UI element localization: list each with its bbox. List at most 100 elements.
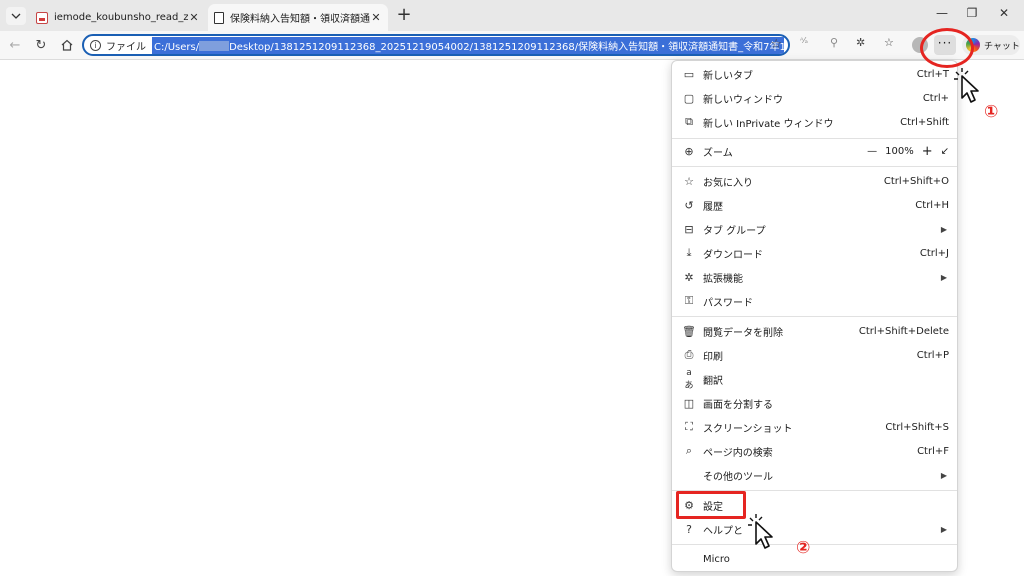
close-icon[interactable]: ✕ [188,11,200,24]
favorites-icon: ☆ [684,174,694,188]
menu-shortcut: Ctrl+J [919,247,949,259]
zoom-in-button[interactable]: + [922,144,933,159]
highlight-ellipse [920,28,974,68]
menu-shortcut: Ctrl+Shift+S [885,421,949,433]
star-icon[interactable]: ☆ [770,37,782,52]
menu-label: 閲覧データを削除 [703,327,783,339]
restore-icon[interactable]: ❐ [962,6,982,20]
chevron-down-icon [11,13,21,19]
menu-label: ダウンロード [703,249,763,261]
menu-item-find[interactable]: ⌕ ページ内の検索 Ctrl+F [672,440,957,462]
menu-label: 印刷 [703,351,723,363]
zoom-value: 100% [885,145,914,157]
extension-icon[interactable]: ᴬ⁄ₐ [800,36,808,45]
menu-item-new-tab[interactable]: ▭ 新しいタブ Ctrl+T [672,63,957,85]
pdf-icon [36,11,48,24]
chevron-right-icon: ▶ [940,272,947,282]
puzzle-icon[interactable]: ✲ [856,36,865,49]
menu-shortcut: Ctrl+Shift+O [883,175,949,187]
menu-label: お気に入り [703,177,753,189]
menu-item-print[interactable]: ⎙ 印刷 Ctrl+P [672,344,957,366]
home-icon[interactable] [58,36,76,54]
menu-shortcut: Ctrl+P [916,349,949,361]
history-icon: ↺ [684,198,694,212]
close-icon[interactable]: ✕ [370,11,382,24]
highlight-box [676,491,746,519]
refresh-icon[interactable]: ↻ [32,36,50,54]
menu-item-history[interactable]: ↺ 履歴 Ctrl+H [672,194,957,216]
menu-label: スクリーンショット [703,423,793,435]
menu-shortcut: Ctrl+H [915,199,949,211]
menu-item-screenshot[interactable]: ⛶ スクリーンショット Ctrl+Shift+S [672,416,957,438]
menu-label: 画面を分割する [703,399,773,411]
url-suffix: Desktop/1381251209112368_20251219054002/… [229,41,784,53]
menu-label: 新しいウィンドウ [703,94,783,106]
tab-groups-icon: ⊟ [684,222,694,236]
new-tab-icon: ▭ [683,67,695,81]
chevron-right-icon: ▶ [940,470,947,480]
menu-shortcut: Ctrl+ [922,92,949,104]
menu-label: 新しいタブ [703,70,753,82]
tab-pdf[interactable]: iemode_koubunsho_read_zantei.pdf ✕ [30,4,206,31]
menu-item-new-window[interactable]: ▢ 新しいウィンドウ Ctrl+ [672,87,957,109]
menu-item-clear-data[interactable]: 🗑 閲覧データを削除 Ctrl+Shift+Delete [672,320,957,342]
download-icon: ⤓ [686,246,692,259]
back-icon[interactable]: ← [6,36,24,54]
zoom-out-button[interactable]: — [867,146,877,157]
document-icon [214,11,224,24]
extension-icon[interactable]: ⚲ [830,36,838,49]
minimize-icon[interactable]: — [932,6,952,20]
cursor-pointer-icon [748,514,773,549]
menu-item-downloads[interactable]: ⤓ ダウンロード Ctrl+J [672,242,957,264]
fullscreen-icon[interactable]: ↙ [941,146,949,157]
menu-label: パスワード [703,297,753,309]
zoom-controls: — 100% + ↙ [859,144,949,159]
step-1-label: ① [984,102,999,122]
menu-label: タブ グループ [703,225,766,237]
step-2-label: ② [796,538,811,558]
menu-item-extensions[interactable]: ✲ 拡張機能 ▶ [672,266,957,288]
menu-shortcut: Ctrl+T [916,68,949,80]
menu-item-microsoft[interactable]: Micro [672,548,957,570]
menu-item-more-tools[interactable]: その他のツール ▶ [672,464,957,486]
menu-label: 翻訳 [703,375,723,387]
info-icon[interactable]: i [90,39,101,51]
divider [672,316,957,317]
window-close-icon[interactable]: ✕ [994,6,1014,20]
menu-label: 拡張機能 [703,273,743,285]
divider [672,544,957,545]
translate-icon: aあ [684,367,694,391]
window-icon: ▢ [683,91,695,105]
key-icon: ⚿ [684,294,694,307]
menu-label: ズーム [703,147,733,159]
menu-item-tab-groups[interactable]: ⊟ タブ グループ ▶ [672,218,957,240]
menu-item-favorites[interactable]: ☆ お気に入り Ctrl+Shift+O [672,170,957,192]
tab-active-document[interactable]: 保険料納入告知額・領収済額通知書 ✕ [208,4,388,31]
split-screen-icon: ◫ [683,396,695,410]
favorites-icon[interactable]: ☆ [884,36,894,49]
menu-item-passwords[interactable]: ⚿ パスワード [672,290,957,312]
tab-title: 保険料納入告知額・領収済額通知書 [230,14,370,25]
menu-label: 新しい InPrivate ウィンドウ [703,118,834,130]
menu-shortcut: Ctrl+Shift [900,116,949,128]
toolbar: ← ↻ i ファイル C:/Users/Desktop/138125120911… [0,31,1024,60]
redacted-block [199,40,230,51]
new-tab-button[interactable]: + [394,6,414,26]
tab-actions-menu-button[interactable] [6,7,26,25]
menu-item-split-screen[interactable]: ◫ 画面を分割する [672,392,957,414]
chevron-right-icon: ▶ [940,524,947,534]
menu-item-translate[interactable]: aあ 翻訳 [672,367,957,391]
divider [672,166,957,167]
menu-item-help[interactable]: ? ヘルプと ▶ [672,518,957,540]
find-icon: ⌕ [685,444,693,457]
menu-label: Micro [703,553,730,565]
menu-item-new-inprivate[interactable]: ⧉ 新しい InPrivate ウィンドウ Ctrl+Shift [672,111,957,133]
menu-shortcut: Ctrl+Shift+Delete [858,325,949,337]
file-label: ファイル [106,41,146,53]
trash-icon: 🗑 [682,324,696,338]
help-icon: ? [686,522,692,536]
url-text[interactable]: C:/Users/Desktop/1381251209112368_202512… [152,36,784,54]
chat-label: チャット [984,41,1020,52]
address-bar[interactable]: i ファイル C:/Users/Desktop/1381251209112368… [82,34,790,56]
menu-label: ページ内の検索 [703,447,773,459]
